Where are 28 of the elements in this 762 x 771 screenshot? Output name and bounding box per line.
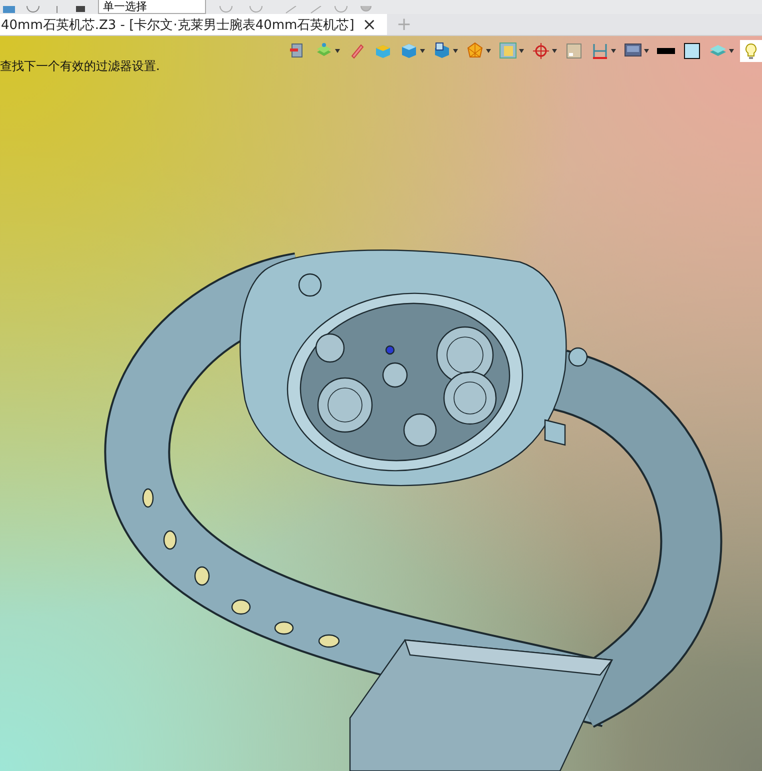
caret-icon [420, 49, 425, 53]
cube-icon [400, 42, 418, 60]
caret-icon [611, 49, 616, 53]
document-tab[interactable]: 40mm石英机芯.Z3 - [卡尔文·克莱男士腕表40mm石英机芯] × [0, 14, 387, 35]
selection-filter-dropdown[interactable]: 单一选择 [98, 0, 206, 14]
view-tool-button[interactable] [681, 40, 703, 62]
frame-icon [499, 42, 517, 60]
caret-icon [453, 49, 458, 53]
history-icon[interactable] [26, 6, 40, 14]
view-tool-button[interactable] [655, 46, 677, 56]
line-color-icon [657, 48, 675, 54]
status-hint: 查找下一个有效的过滤器设置. [0, 58, 160, 75]
caret-icon [486, 49, 491, 53]
view-icon [433, 42, 451, 60]
caret-icon [335, 49, 340, 53]
caret-icon [552, 49, 557, 53]
square-icon[interactable] [74, 6, 88, 14]
close-tab-button[interactable]: × [362, 14, 377, 34]
box-icon [374, 42, 392, 60]
window-icon [565, 42, 583, 60]
caret-icon [644, 49, 649, 53]
crosshair-icon [532, 42, 550, 60]
polygon-icon [466, 42, 484, 60]
dimension-icon [591, 42, 609, 60]
fill-color-icon [683, 42, 701, 60]
toolbar-icon[interactable] [2, 6, 16, 14]
caret-icon [519, 49, 524, 53]
caret-icon [729, 49, 734, 53]
